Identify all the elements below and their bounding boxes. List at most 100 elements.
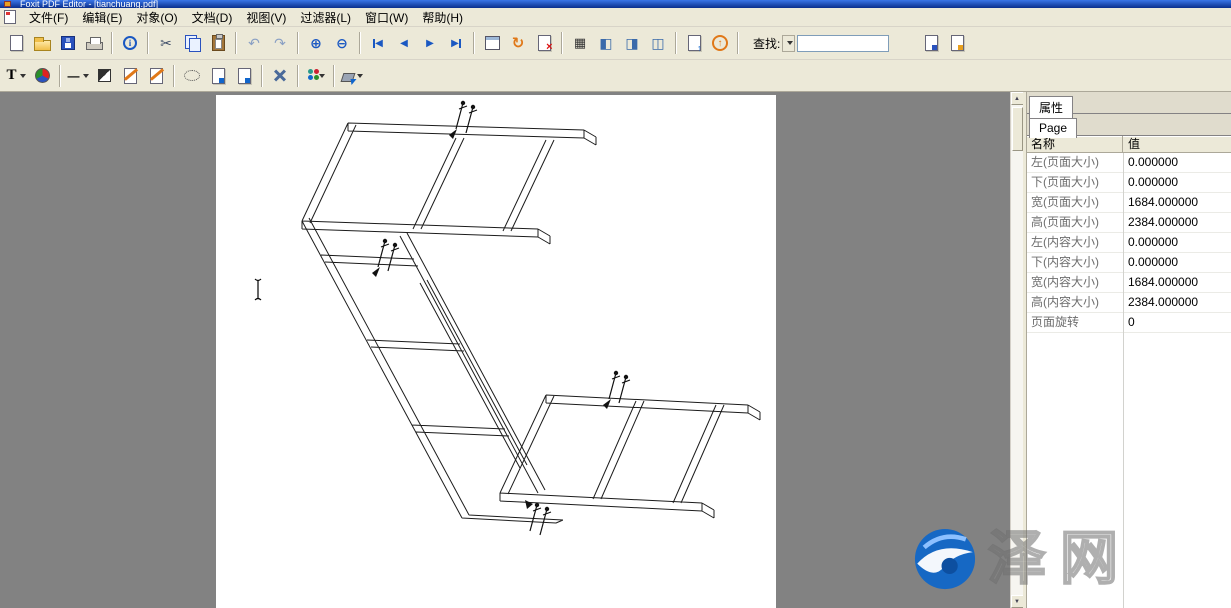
- keyboard-button[interactable]: ▦: [568, 31, 592, 55]
- document-canvas[interactable]: [0, 92, 1010, 608]
- text-caret-icon: [255, 279, 261, 300]
- page-layout-icon: [485, 36, 500, 50]
- property-name: 下(内容大小): [1027, 253, 1123, 272]
- search-all-button[interactable]: [945, 31, 969, 55]
- open-button[interactable]: [30, 31, 54, 55]
- menu-file[interactable]: 文件(F): [22, 7, 75, 28]
- zoom-in-button[interactable]: ⊕: [304, 31, 328, 55]
- print-button[interactable]: [82, 31, 106, 55]
- zoom-in-icon: ⊕: [310, 35, 322, 52]
- scroll-down-button[interactable]: ▼: [1011, 595, 1024, 608]
- edit-object-button[interactable]: [118, 64, 142, 88]
- next-page-button[interactable]: ▶: [418, 31, 442, 55]
- property-value[interactable]: 2384.000000: [1123, 213, 1231, 232]
- edit-form-icon: [150, 68, 163, 84]
- scroll-up-icon: ▲: [1014, 96, 1020, 102]
- redo-button[interactable]: ↷: [268, 31, 292, 55]
- property-row[interactable]: 下(内容大小)0.000000: [1027, 253, 1231, 273]
- page-tab[interactable]: Page: [1029, 118, 1077, 138]
- property-row[interactable]: 左(内容大小)0.000000: [1027, 233, 1231, 253]
- first-page-button[interactable]: ◀: [366, 31, 390, 55]
- info-icon: i: [123, 36, 137, 50]
- property-value[interactable]: 0.000000: [1123, 153, 1231, 172]
- new-button[interactable]: [4, 31, 28, 55]
- find-dropdown-button[interactable]: [782, 35, 795, 52]
- property-row[interactable]: 高(内容大小)2384.000000: [1027, 293, 1231, 313]
- menu-help[interactable]: 帮助(H): [415, 7, 470, 28]
- scroll-down-icon: ▼: [1014, 599, 1020, 605]
- menu-filter[interactable]: 过滤器(L): [293, 7, 358, 28]
- property-value[interactable]: 0.000000: [1123, 233, 1231, 252]
- transform-scale-button[interactable]: [232, 64, 256, 88]
- upload-button[interactable]: ↑: [708, 31, 732, 55]
- fill-style-button[interactable]: [92, 64, 116, 88]
- menu-edit[interactable]: 编辑(E): [75, 7, 129, 28]
- fill-bucket-button[interactable]: [340, 64, 364, 88]
- paste-button[interactable]: [206, 31, 230, 55]
- main-toolbar: i ✂ ↶ ↷ ⊕ ⊖ ◀ ◀ ▶ ▶ ↻ × ▦ ◧ ◨ ◫ ↑ ↑ 查找:: [0, 27, 1231, 60]
- page-drawing: [216, 95, 776, 608]
- menu-bar: 文件(F) 编辑(E) 对象(O) 文档(D) 视图(V) 过滤器(L) 窗口(…: [0, 8, 1231, 27]
- edit-form-button[interactable]: [144, 64, 168, 88]
- transform-rotate-button[interactable]: [206, 64, 230, 88]
- property-row[interactable]: 宽(页面大小)1684.000000: [1027, 193, 1231, 213]
- vertical-scrollbar[interactable]: ▲ ▼: [1010, 92, 1023, 608]
- scroll-thumb[interactable]: [1012, 107, 1023, 151]
- menu-view[interactable]: 视图(V): [239, 7, 293, 28]
- property-row[interactable]: 宽(内容大小)1684.000000: [1027, 273, 1231, 293]
- zoom-out-icon: ⊖: [336, 35, 348, 52]
- color-wheel-button[interactable]: [30, 64, 54, 88]
- cut-button[interactable]: ✂: [154, 31, 178, 55]
- blue-corner-icon: [245, 78, 250, 83]
- text-tool-button[interactable]: T: [4, 64, 28, 88]
- property-row[interactable]: 高(页面大小)2384.000000: [1027, 213, 1231, 233]
- last-page-button[interactable]: ▶: [444, 31, 468, 55]
- page-layout-button[interactable]: [480, 31, 504, 55]
- undo-button[interactable]: ↶: [242, 31, 266, 55]
- select-area-button[interactable]: [180, 64, 204, 88]
- property-value[interactable]: 2384.000000: [1123, 293, 1231, 312]
- property-value[interactable]: 0.000000: [1123, 173, 1231, 192]
- blue-corner-icon: [219, 78, 224, 83]
- chevron-down-icon: [787, 41, 793, 45]
- property-row[interactable]: 左(页面大小)0.000000: [1027, 153, 1231, 173]
- info-button[interactable]: i: [118, 31, 142, 55]
- property-value[interactable]: 1684.000000: [1123, 193, 1231, 212]
- separator: [333, 65, 335, 87]
- paste-icon: [212, 35, 225, 51]
- chevron-down-icon: [83, 74, 89, 78]
- delete-page-icon: ×: [538, 35, 551, 51]
- menu-window[interactable]: 窗口(W): [358, 7, 415, 28]
- split-vertical-button[interactable]: ◫: [646, 31, 670, 55]
- properties-tab[interactable]: 属性: [1029, 96, 1073, 119]
- lasso-icon: [184, 70, 200, 81]
- property-row[interactable]: 下(页面大小)0.000000: [1027, 173, 1231, 193]
- tools-button[interactable]: [268, 64, 292, 88]
- copy-button[interactable]: [180, 31, 204, 55]
- search-doc-button[interactable]: [919, 31, 943, 55]
- split-left-button[interactable]: ◧: [594, 31, 618, 55]
- delete-page-button[interactable]: ×: [532, 31, 556, 55]
- properties-header: 名称 值: [1027, 136, 1231, 153]
- line-style-button[interactable]: —: [66, 64, 90, 88]
- zoom-out-button[interactable]: ⊖: [330, 31, 354, 55]
- rotate-page-button[interactable]: ↻: [506, 31, 530, 55]
- property-value[interactable]: 0: [1123, 313, 1231, 332]
- crossed-tools-icon: [272, 68, 288, 84]
- find-input[interactable]: [797, 35, 889, 52]
- chevron-down-icon: [357, 74, 363, 78]
- extract-text-button[interactable]: ↑: [682, 31, 706, 55]
- rotate-page-icon: ↻: [512, 34, 525, 52]
- split-right-button[interactable]: ◨: [620, 31, 644, 55]
- color-swatch-button[interactable]: [304, 64, 328, 88]
- menu-document[interactable]: 文档(D): [185, 7, 240, 28]
- menu-object[interactable]: 对象(O): [129, 7, 184, 28]
- scroll-up-button[interactable]: ▲: [1011, 92, 1024, 105]
- save-button[interactable]: [56, 31, 80, 55]
- property-row[interactable]: 页面旋转0: [1027, 313, 1231, 333]
- prev-page-button[interactable]: ◀: [392, 31, 416, 55]
- split-vertical-icon: ◫: [651, 35, 664, 52]
- property-value[interactable]: 1684.000000: [1123, 273, 1231, 292]
- property-value[interactable]: 0.000000: [1123, 253, 1231, 272]
- pdf-page[interactable]: [216, 95, 776, 608]
